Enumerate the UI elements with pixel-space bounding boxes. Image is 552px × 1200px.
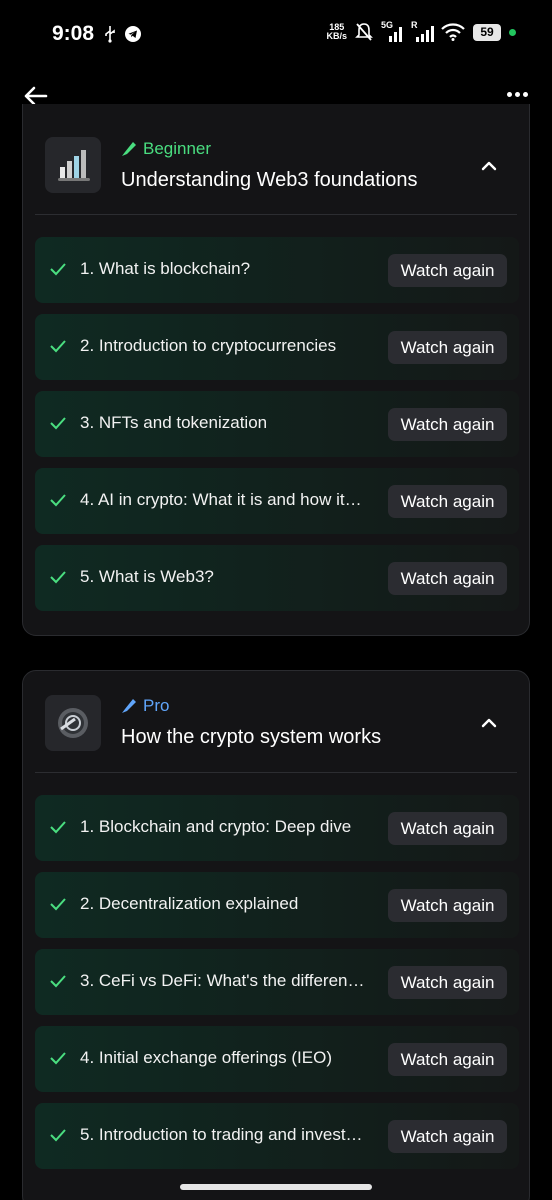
course-title: How the crypto system works [121, 726, 382, 748]
coin-icon [58, 708, 88, 738]
check-icon [50, 263, 66, 276]
watch-again-button[interactable]: Watch again [388, 812, 507, 845]
more-options-icon[interactable] [507, 92, 528, 97]
signal-roaming: R [411, 20, 434, 42]
check-icon [50, 1052, 66, 1065]
chevron-up-icon[interactable] [479, 713, 499, 733]
lesson-item[interactable]: 2. Decentralization explained Watch agai… [35, 872, 519, 938]
lesson-item[interactable]: 2. Introduction to cryptocurrencies Watc… [35, 314, 519, 380]
course-level: Beginner [121, 139, 211, 159]
watch-again-button[interactable]: Watch again [388, 562, 507, 595]
level-label: Pro [143, 696, 170, 715]
lesson-item[interactable]: 3. CeFi vs DeFi: What's the differen… Wa… [35, 949, 519, 1015]
status-time: 9:08 [52, 22, 95, 45]
check-icon [50, 571, 66, 584]
lesson-title: 1. Blockchain and crypto: Deep dive [80, 817, 352, 836]
pen-icon [122, 142, 136, 156]
course-header[interactable]: Beginner Understanding Web3 foundations [23, 104, 529, 214]
course-card: Beginner Understanding Web3 foundations … [22, 104, 530, 636]
watch-again-button[interactable]: Watch again [388, 331, 507, 364]
net-speed: 185 KB/s [326, 23, 347, 41]
check-icon [50, 898, 66, 911]
wifi-icon [441, 23, 465, 41]
home-indicator[interactable] [180, 1184, 372, 1190]
lesson-item[interactable]: 4. AI in crypto: What it is and how it… … [35, 468, 519, 534]
watch-again-button[interactable]: Watch again [388, 485, 507, 518]
divider [35, 772, 517, 773]
net-speed-unit: KB/s [326, 31, 347, 41]
lesson-title: 2. Decentralization explained [80, 894, 299, 913]
lesson-list: 1. What is blockchain? Watch again 2. In… [35, 237, 519, 622]
check-icon [50, 821, 66, 834]
lesson-item[interactable]: 3. NFTs and tokenization Watch again [35, 391, 519, 457]
lesson-item[interactable]: 5. Introduction to trading and invest… W… [35, 1103, 519, 1169]
lesson-item[interactable]: 4. Initial exchange offerings (IEO) Watc… [35, 1026, 519, 1092]
lesson-title: 4. Initial exchange offerings (IEO) [80, 1048, 332, 1067]
check-icon [50, 975, 66, 988]
mute-icon [355, 23, 373, 41]
chevron-up-icon[interactable] [479, 156, 499, 176]
watch-again-button[interactable]: Watch again [388, 1043, 507, 1076]
lesson-title: 5. What is Web3? [80, 567, 214, 586]
telegram-icon [125, 26, 141, 42]
lesson-title: 5. Introduction to trading and invest… [80, 1125, 363, 1144]
course-thumbnail [45, 695, 101, 751]
watch-again-button[interactable]: Watch again [388, 1120, 507, 1153]
signal-icon [389, 27, 402, 42]
check-icon [50, 340, 66, 353]
check-icon [50, 417, 66, 430]
status-icons-left [104, 25, 142, 43]
signal-icon [416, 26, 434, 42]
status-bar: 9:08 185 KB/s 5G R 59 [0, 0, 552, 70]
signal-5g: 5G [381, 20, 403, 42]
lesson-title: 1. What is blockchain? [80, 259, 251, 278]
course-thumbnail [45, 137, 101, 193]
watch-again-button[interactable]: Watch again [388, 254, 507, 287]
course-card: Pro How the crypto system works 1. Block… [22, 670, 530, 1200]
lesson-item[interactable]: 1. Blockchain and crypto: Deep dive Watc… [35, 795, 519, 861]
usb-icon [105, 26, 115, 43]
privacy-dot [509, 28, 516, 36]
lesson-title: 4. AI in crypto: What it is and how it… [80, 490, 362, 509]
divider [35, 214, 517, 215]
watch-again-button[interactable]: Watch again [388, 889, 507, 922]
battery-indicator: 59 [473, 23, 501, 41]
course-level: Pro [121, 696, 169, 716]
lesson-item[interactable]: 1. What is blockchain? Watch again [35, 237, 519, 303]
check-icon [50, 1129, 66, 1142]
lesson-item[interactable]: 5. What is Web3? Watch again [35, 545, 519, 611]
lesson-title: 3. CeFi vs DeFi: What's the differen… [80, 971, 365, 990]
bar-chart-icon [58, 150, 90, 181]
pen-icon [122, 699, 136, 713]
lesson-title: 2. Introduction to cryptocurrencies [80, 336, 337, 355]
course-title: Understanding Web3 foundations [121, 169, 418, 191]
lesson-list: 1. Blockchain and crypto: Deep dive Watc… [35, 795, 519, 1180]
lesson-title: 3. NFTs and tokenization [80, 413, 268, 432]
status-icons-right: 185 KB/s 5G R 59 [326, 20, 516, 42]
watch-again-button[interactable]: Watch again [388, 408, 507, 441]
watch-again-button[interactable]: Watch again [388, 966, 507, 999]
level-label: Beginner [143, 139, 212, 158]
check-icon [50, 494, 66, 507]
course-header[interactable]: Pro How the crypto system works [23, 671, 529, 781]
